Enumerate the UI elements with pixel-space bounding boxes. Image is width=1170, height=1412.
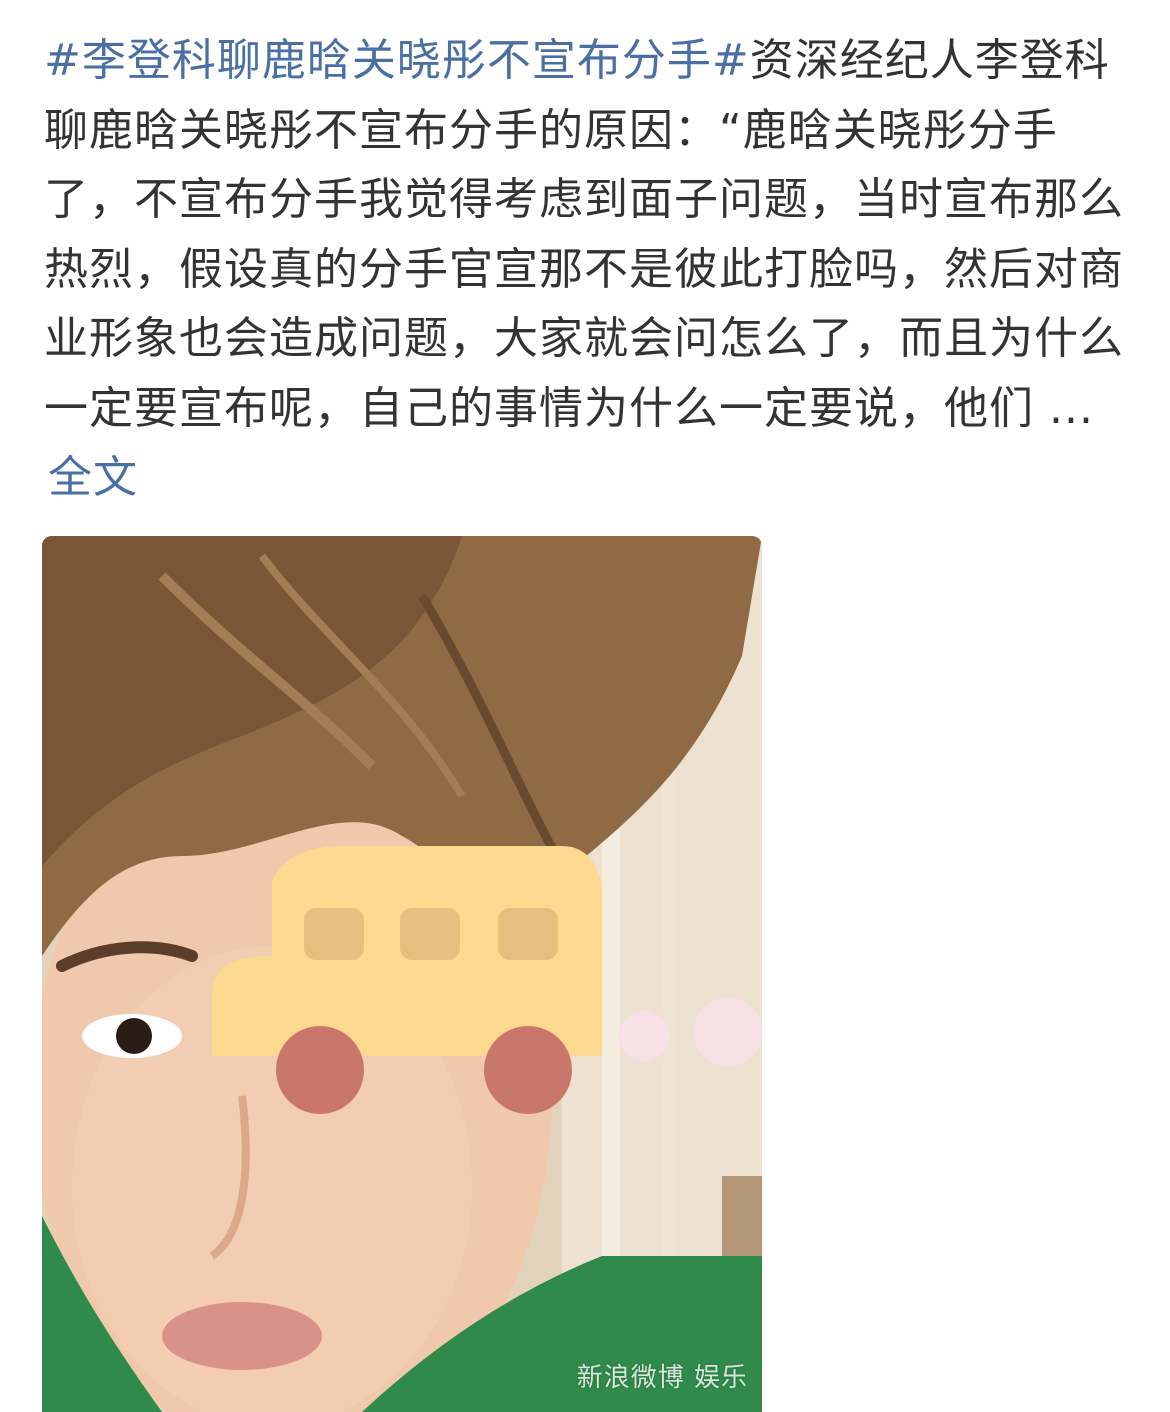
weibo-post: #李登科聊鹿晗关晓彤不宣布分手#资深经纪人李登科聊鹿晗关晓彤不宣布分手的原因：“… <box>0 0 1170 1412</box>
portrait-photo <box>42 536 762 1412</box>
post-image[interactable]: 新浪微博 娱乐 <box>42 536 762 1412</box>
image-watermark: 新浪微博 娱乐 <box>576 1363 748 1393</box>
full-text-link[interactable]: 全文 <box>48 452 138 503</box>
hashtag-link[interactable]: #李登科聊鹿晗关晓彤不宣布分手# <box>44 35 750 86</box>
post-text: #李登科聊鹿晗关晓彤不宣布分手#资深经纪人李登科聊鹿晗关晓彤不宣布分手的原因：“… <box>44 26 1124 513</box>
post-body: 资深经纪人李登科聊鹿晗关晓彤不宣布分手的原因：“鹿晗关晓彤分手了，不宣布分手我觉… <box>44 35 1124 434</box>
